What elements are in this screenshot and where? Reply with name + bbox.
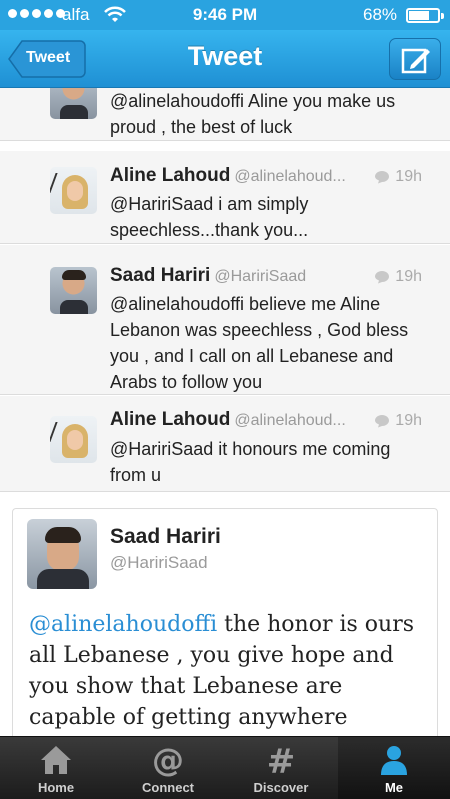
avatar[interactable]: [50, 416, 97, 463]
navigation-bar: Tweet Tweet: [0, 30, 450, 88]
tweet-author: Saad Hariri @HaririSaad: [110, 265, 306, 287]
reply-bubble-icon: [375, 415, 390, 428]
tab-label: Me: [384, 780, 404, 795]
tab-discover[interactable]: # Discover: [225, 737, 337, 799]
tweet-author: Aline Lahoud @alinelahoud...: [110, 165, 346, 187]
at-icon: @: [152, 743, 184, 777]
status-bar: alfa 9:46 PM 68%: [0, 0, 450, 30]
tweet-row[interactable]: Saad Hariri @HaririSaad 19h @alinelahoudo…: [0, 245, 450, 395]
conversation-timeline[interactable]: @alinelahoudoffi Aline you make us proud…: [0, 88, 450, 736]
avatar[interactable]: [50, 88, 97, 119]
tweet-text: @HaririSaad it honours me coming from u: [110, 439, 391, 485]
tweet-author: Aline Lahoud @alinelahoud...: [110, 409, 346, 431]
compose-button[interactable]: [389, 38, 441, 80]
avatar[interactable]: [50, 267, 97, 314]
battery-icon: [406, 8, 444, 23]
avatar[interactable]: [50, 167, 97, 214]
tweet-row[interactable]: Aline Lahoud @alinelahoud... 19h @HaririS…: [0, 396, 450, 492]
tweet-body: @alinelahoudoffi the honor is ours all L…: [29, 609, 429, 733]
svg-text:#: #: [267, 743, 296, 777]
author-name: Aline Lahoud: [110, 409, 231, 430]
tweet-text: @alinelahoudoffi believe me Aline Lebano…: [110, 294, 409, 392]
tweet-row[interactable]: @alinelahoudoffi Aline you make us proud…: [0, 88, 450, 141]
author-handle: @alinelahoud...: [234, 168, 346, 185]
home-icon: [41, 746, 71, 774]
reply-bubble-icon: [375, 271, 390, 284]
tab-label: Connect: [142, 780, 194, 795]
author-handle: @HaririSaad: [214, 268, 307, 285]
compose-icon: [401, 48, 430, 74]
tweet-meta: 19h: [374, 268, 422, 286]
tab-bar: Home @ Connect # Discover Me: [0, 736, 450, 799]
tweet-time: 19h: [395, 168, 422, 185]
person-icon: [381, 746, 407, 775]
tab-home[interactable]: Home: [0, 737, 112, 799]
svg-text:@: @: [152, 743, 184, 777]
hash-icon: #: [267, 743, 296, 777]
mention-link[interactable]: @alinelahoudoffi: [29, 612, 217, 637]
expanded-tweet: Saad Hariri @HaririSaad @alinelahoudoffi…: [12, 508, 438, 736]
tweet-meta: 19h: [374, 168, 422, 186]
tweet-text: @HaririSaad i am simply speechless...tha…: [110, 194, 309, 240]
tweet-row[interactable]: Aline Lahoud @alinelahoud... 19h @HaririS…: [0, 151, 450, 244]
reply-bubble-icon: [375, 171, 390, 184]
battery-percentage: 68%: [363, 5, 398, 24]
author-name[interactable]: Saad Hariri: [110, 525, 221, 549]
author-handle: @alinelahoud...: [234, 412, 346, 429]
tweet-time: 19h: [395, 412, 422, 429]
author-name: Saad Hariri: [110, 265, 211, 286]
tweet-meta: 19h: [374, 412, 422, 430]
author-handle[interactable]: @HaririSaad: [110, 553, 208, 573]
page-title: Tweet: [187, 41, 263, 71]
tweet-text: @alinelahoudoffi Aline you make us proud…: [110, 91, 396, 137]
author-avatar[interactable]: [27, 519, 97, 589]
tweet-time: 19h: [395, 268, 422, 285]
tab-connect[interactable]: @ Connect: [112, 737, 224, 799]
tab-me[interactable]: Me: [338, 737, 450, 799]
author-name: Aline Lahoud: [110, 165, 231, 186]
tab-label: Discover: [253, 780, 309, 795]
tab-label: Home: [37, 780, 75, 795]
